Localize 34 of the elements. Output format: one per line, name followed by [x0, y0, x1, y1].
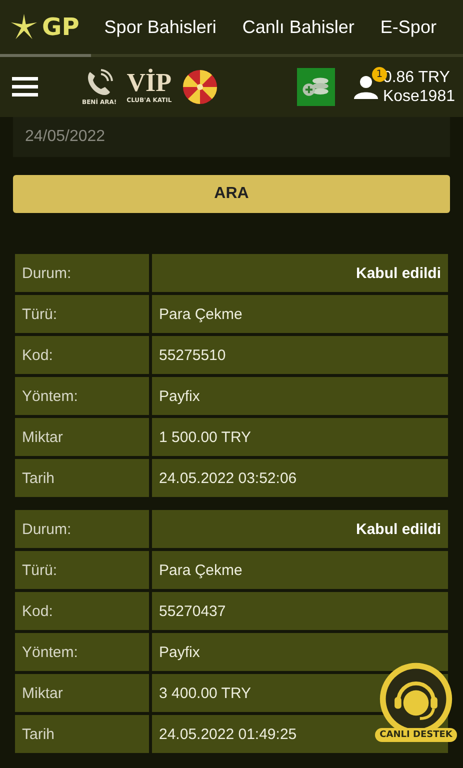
table-cell: Payfix — [152, 377, 448, 415]
username: Kose1981 — [382, 87, 455, 106]
table-cell: Payfix — [152, 633, 448, 671]
table-cell: Tarih — [15, 715, 149, 753]
wheel-icon[interactable] — [182, 69, 218, 105]
table-cell: Miktar — [15, 418, 149, 456]
star-icon — [10, 13, 38, 41]
table-cell: 1 500.00 TRY — [152, 418, 448, 456]
search-button[interactable]: ARA — [13, 175, 450, 213]
table-cell: Durum: — [15, 254, 149, 292]
table-cell: Kod: — [15, 592, 149, 630]
table-cell: 55275510 — [152, 336, 448, 374]
table-cell: Yöntem: — [15, 633, 149, 671]
menu-icon[interactable] — [12, 77, 38, 97]
table-cell: 24.05.2022 03:52:06 — [152, 459, 448, 497]
date-field[interactable]: 24/05/2022 — [13, 117, 450, 157]
table-cell: Miktar — [15, 674, 149, 712]
table-cell: Türü: — [15, 551, 149, 589]
table-cell: Türü: — [15, 295, 149, 333]
table-cell: 55270437 — [152, 592, 448, 630]
nav-tab[interactable]: Canlı Bahisler — [229, 0, 368, 57]
table-cell: Kabul edildi — [152, 254, 448, 292]
table-cell: Para Çekme — [152, 295, 448, 333]
table-cell: Kod: — [15, 336, 149, 374]
user-icon[interactable] — [352, 75, 379, 99]
deposit-button[interactable] — [296, 68, 335, 106]
table-cell: Para Çekme — [152, 551, 448, 589]
nav-tab[interactable]: Spor Bahisleri — [91, 0, 230, 57]
coins-icon — [300, 75, 331, 99]
table-cell: Durum: — [15, 510, 149, 548]
table-cell: Kabul edildi — [152, 510, 448, 548]
table-cell: Tarih — [15, 459, 149, 497]
nav-tab[interactable]: E-Spor — [367, 0, 450, 57]
table-cell: Yöntem: — [15, 377, 149, 415]
